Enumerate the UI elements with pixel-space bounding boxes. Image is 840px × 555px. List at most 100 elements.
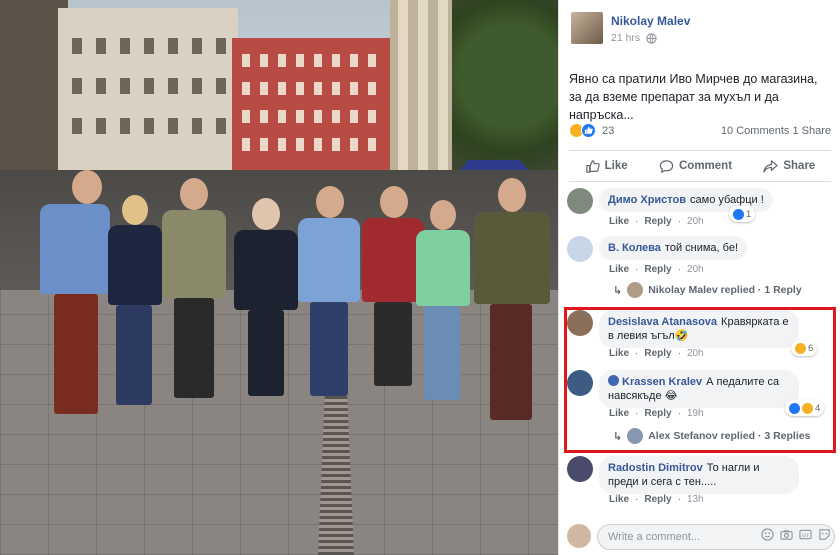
comment-reaction-badge[interactable]: 4 [785,400,825,416]
comment-reaction-count: 6 [808,342,814,354]
comment-reaction-count: 1 [746,208,752,220]
comments-shares-count[interactable]: 10 Comments 1 Share [721,125,831,137]
photo-building-red [232,38,400,188]
commenter-name[interactable]: Krassen Kralev [608,375,702,388]
comment-bubble: Radostin Dimitrov То нагли и преди и сега… [599,456,799,494]
comment-reply-link[interactable]: Reply [644,348,671,359]
commenter-avatar[interactable] [567,236,593,262]
reactions-summary[interactable]: 23 10 Comments 1 Share [569,123,831,141]
composer-icons: GIF [761,528,831,541]
post-text: Явно са пратили Иво Мирчев до магазина, … [569,72,818,122]
verified-badge-icon [608,375,619,386]
comment-like-link[interactable]: Like [609,348,629,359]
comment-text: само убафци ! [690,194,764,206]
comment-time[interactable]: 20h [687,348,704,359]
comment-button[interactable]: Comment [659,159,732,174]
commenter-avatar[interactable] [567,188,593,214]
comment-reaction-count: 4 [815,402,821,414]
emoji-icon[interactable] [761,528,774,541]
viewer-avatar [567,524,591,548]
post-actions-bar: Like Comment Share [569,150,831,182]
comment-item: Radostin Dimitrov То нагли и преди и сега… [567,456,837,512]
comment-actions: Like · Reply · 19h [609,408,704,419]
photo-person [414,200,472,410]
replies-label: Nikolay Malev replied · 1 Reply [648,284,802,296]
comment-bubble: В. Колева той снима, бе! [599,236,748,260]
comment-actions: Like · Reply · 20h [609,264,704,275]
camera-icon[interactable] [780,528,793,541]
reply-arrow-icon: ↳ [613,284,623,297]
commenter-name[interactable]: В. Колева [608,242,661,254]
share-icon [763,159,779,173]
post-header: Nikolay Malev 21 hrs [571,10,831,50]
comment-time[interactable]: 19h [687,408,704,419]
view-replies-link[interactable]: ↳ Nikolay Malev replied · 1 Reply [613,282,802,298]
commenter-avatar[interactable] [567,310,593,336]
comment-item: Desislava Atanasova Кравярката е в левия … [567,310,837,360]
commenter-name[interactable]: Radostin Dimitrov [608,462,703,474]
comment-like-link[interactable]: Like [609,264,629,275]
comment-actions: Like · Reply · 20h [609,348,704,359]
commenter-avatar[interactable] [567,456,593,482]
comment-composer: Write a comment... GIF [565,522,837,552]
comment-item: Krassen Kralev А педалите са навсякъде 😂 … [567,370,837,446]
comment-bubble: Desislava Atanasova Кравярката е в левия … [599,310,799,348]
view-replies-link[interactable]: ↳ Alex Stefanov replied · 3 Replies [613,428,810,444]
comment-reply-link[interactable]: Reply [644,408,671,419]
photo-person [160,178,228,408]
like-reaction-icon [789,402,800,414]
haha-reaction-icon [795,342,806,354]
author-avatar[interactable] [571,12,603,44]
comment-text: той снима, бе! [664,242,739,254]
commenter-name[interactable]: Desislava Atanasova [608,316,717,328]
comment-actions: Like · Reply · 13h [609,494,704,505]
comment-time[interactable]: 13h [687,494,704,505]
facebook-post-panel: Nikolay Malev 21 hrs Явно са пратили Иво… [558,0,840,555]
gif-icon[interactable]: GIF [799,528,812,541]
comment-reply-link[interactable]: Reply [644,216,671,227]
like-icon [585,159,600,173]
photo-person [232,198,302,408]
commenter-avatar[interactable] [567,370,593,396]
post-meta: 21 hrs [611,32,657,44]
like-button[interactable]: Like [585,159,628,174]
comment-icon [659,159,674,173]
comment-time[interactable]: 20h [687,264,704,275]
reaction-count[interactable]: 23 [602,125,614,137]
comment-like-link[interactable]: Like [609,216,629,227]
share-button[interactable]: Share [763,159,815,174]
comment-item: В. Колева той снима, бе! Like · Reply · 2… [567,236,837,300]
comment-like-link[interactable]: Like [609,494,629,505]
comment-like-link[interactable]: Like [609,408,629,419]
photo-person [296,186,362,406]
like-reaction-icon [733,208,744,220]
comment-bubble: Krassen Kralev А педалите са навсякъде 😂 [599,370,799,408]
photo-building-cream [58,8,238,188]
comment-time[interactable]: 20h [687,216,704,227]
comment-reply-link[interactable]: Reply [644,264,671,275]
haha-reaction-icon [802,402,813,414]
photo-person [470,178,552,438]
comment-reply-link[interactable]: Reply [644,494,671,505]
like-reaction-icon [581,123,596,138]
post-time[interactable]: 21 hrs [611,32,640,44]
group-photo [0,0,558,555]
share-label: Share [783,160,816,172]
photo-person [104,195,164,415]
replies-label: Alex Stefanov replied · 3 Replies [648,430,811,442]
commenter-name[interactable]: Димо Христов [608,194,686,206]
reaction-icons [569,123,596,138]
reply-arrow-icon: ↳ [613,430,623,443]
photo-person [30,170,110,440]
comment-item: Димо Христов само убафци ! 1 Like · Reply… [567,188,837,230]
comment-actions: Like · Reply · 20h [609,216,704,227]
like-label: Like [604,160,628,172]
svg-text:GIF: GIF [802,533,810,539]
globe-icon [646,32,657,44]
sticker-icon[interactable] [818,528,831,541]
post-author[interactable]: Nikolay Malev [611,14,690,28]
comment-reaction-badge[interactable]: 6 [791,340,818,356]
comment-label: Comment [679,160,733,172]
comment-reaction-badge[interactable]: 1 [729,206,756,222]
replier-avatar [627,282,644,298]
